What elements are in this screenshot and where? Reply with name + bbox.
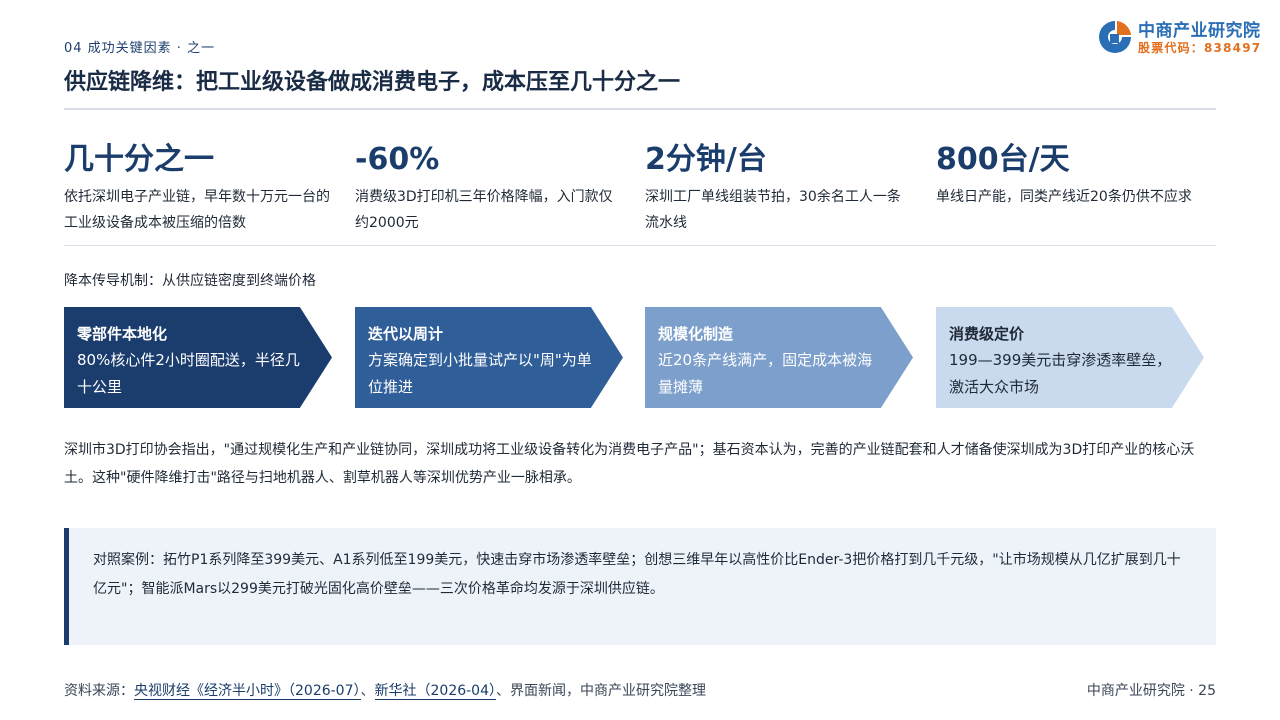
stat-value: 800台/天 bbox=[936, 142, 1070, 177]
logo-stock-code: 股票代码：838497 bbox=[1138, 41, 1262, 55]
body-paragraph: 深圳市3D打印协会指出，"通过规模化生产和产业链协同，深圳成功将工业级设备转化为… bbox=[64, 442, 1195, 486]
flow-step-title: 零部件本地化 bbox=[77, 325, 168, 343]
source-prefix: 资料来源： bbox=[64, 683, 134, 699]
stat-desc: 消费级3D打印机三年价格降幅，入门款仅约2000元 bbox=[355, 189, 613, 231]
stat-desc: 依托深圳电子产业链，早年数十万元一台的工业级设备成本被压缩的倍数 bbox=[64, 189, 330, 231]
flow-step-scale-manufacturing: 规模化制造 近20条产线满产，固定成本被海量摊薄 bbox=[645, 307, 913, 408]
flow-step-iteration: 迭代以周计 方案确定到小批量试产以"周"为单位推进 bbox=[355, 307, 623, 408]
source-separator: 、 bbox=[360, 683, 375, 699]
flow-heading: 降本传导机制：从供应链密度到终端价格 bbox=[64, 273, 316, 289]
flow-step-localization: 零部件本地化 80%核心件2小时圈配送，半径几十公里 bbox=[64, 307, 332, 408]
page-number: 中商产业研究院 · 25 bbox=[1086, 683, 1216, 699]
flow-step-title: 规模化制造 bbox=[658, 325, 734, 343]
title-divider bbox=[64, 108, 1216, 110]
source-link-cctv[interactable]: 央视财经《经济半小时》（2026-07） bbox=[134, 683, 361, 700]
comparison-callout: 对照案例：拓竹P1系列降至399美元、A1系列低至199美元，快速击穿市场渗透率… bbox=[64, 528, 1216, 645]
footer-source: 资料来源：央视财经《经济半小时》（2026-07）、新华社（2026-04）、界… bbox=[64, 680, 706, 700]
page-title: 供应链降维：把工业级设备做成消费电子，成本压至几十分之一 bbox=[64, 70, 681, 95]
flow-step-desc: 199—399美元击穿渗透率壁垒，激活大众市场 bbox=[949, 351, 1172, 396]
stat-assembly-pace: 2分钟/台 深圳工厂单线组装节拍，30余名工人一条流水线 bbox=[645, 140, 913, 236]
stat-price-drop: -60% 消费级3D打印机三年价格降幅，入门款仅约2000元 bbox=[355, 140, 623, 236]
stat-value: -60% bbox=[355, 142, 440, 177]
stat-value: 2分钟/台 bbox=[645, 142, 767, 177]
flow-step-title: 消费级定价 bbox=[949, 325, 1025, 343]
company-logo: 中商产业研究院 股票代码：838497 bbox=[1096, 16, 1280, 60]
logo-name: 中商产业研究院 bbox=[1138, 21, 1261, 41]
stat-cost-ratio: 几十分之一 依托深圳电子产业链，早年数十万元一台的工业级设备成本被压缩的倍数 bbox=[64, 140, 332, 236]
flow-step-title: 迭代以周计 bbox=[368, 325, 444, 343]
logo-mark-icon bbox=[1099, 21, 1131, 53]
stat-daily-capacity: 800台/天 单线日产能，同类产线近20条仍供不应求 bbox=[936, 140, 1204, 210]
source-rest: 、界面新闻，中商产业研究院整理 bbox=[496, 683, 706, 699]
flow-step-desc: 近20条产线满产，固定成本被海量摊薄 bbox=[658, 351, 873, 396]
stat-desc: 深圳工厂单线组装节拍，30余名工人一条流水线 bbox=[645, 189, 901, 231]
flow-step-desc: 方案确定到小批量试产以"周"为单位推进 bbox=[368, 351, 592, 396]
source-link-xinhua[interactable]: 新华社（2026-04） bbox=[374, 683, 496, 700]
callout-text: 对照案例：拓竹P1系列降至399美元、A1系列低至199美元，快速击穿市场渗透率… bbox=[93, 552, 1181, 597]
flow-step-consumer-pricing: 消费级定价 199—399美元击穿渗透率壁垒，激活大众市场 bbox=[936, 307, 1204, 408]
stats-divider bbox=[64, 245, 1216, 246]
stat-desc: 单线日产能，同类产线近20条仍供不应求 bbox=[936, 189, 1192, 205]
section-tag: 04 成功关键因素 · 之一 bbox=[64, 41, 216, 56]
flow-step-desc: 80%核心件2小时圈配送，半径几十公里 bbox=[77, 351, 300, 396]
stat-value: 几十分之一 bbox=[64, 142, 214, 177]
